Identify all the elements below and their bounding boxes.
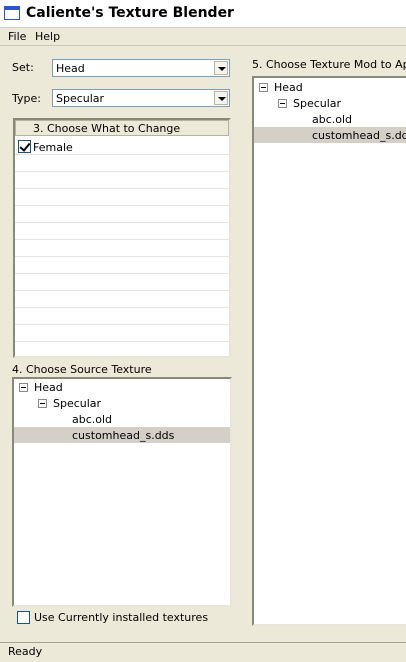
collapse-icon[interactable] — [19, 383, 28, 392]
menu-help[interactable]: Help — [35, 30, 60, 43]
list-gridline — [15, 171, 229, 172]
change-list-header: 3. Choose What to Change — [15, 120, 229, 136]
type-value: Specular — [56, 92, 105, 105]
tree-node-child[interactable]: Specular — [53, 397, 101, 410]
status-text: Ready — [8, 645, 43, 658]
collapse-icon[interactable] — [259, 83, 268, 92]
list-gridline — [15, 256, 229, 257]
collapse-icon[interactable] — [38, 399, 47, 408]
tree-leaf-selected[interactable]: customhead_s.dds — [312, 129, 406, 142]
source-tree[interactable] — [12, 377, 232, 607]
type-dropdown[interactable]: Specular — [52, 89, 230, 107]
list-gridline — [15, 239, 229, 240]
list-gridline — [15, 222, 229, 223]
tree-leaf-selected[interactable]: customhead_s.dds — [72, 429, 174, 442]
tree-node-root[interactable]: Head — [274, 81, 303, 94]
list-gridline — [15, 290, 229, 291]
list-gridline — [15, 188, 229, 189]
chevron-down-icon[interactable] — [214, 61, 228, 75]
tree-leaf[interactable]: abc.old — [312, 113, 352, 126]
source-heading: 4. Choose Source Texture — [12, 363, 152, 376]
window-title: Caliente's Texture Blender — [26, 5, 234, 21]
collapse-icon[interactable] — [278, 99, 287, 108]
change-item-label: Female — [33, 141, 73, 154]
app-window-icon — [4, 6, 20, 20]
menu-bar — [0, 28, 406, 46]
list-gridline — [15, 307, 229, 308]
list-gridline — [15, 205, 229, 206]
list-gridline — [15, 324, 229, 325]
set-label: Set: — [12, 61, 34, 74]
tree-node-child[interactable]: Specular — [293, 97, 341, 110]
title-bar: Caliente's Texture Blender — [0, 0, 406, 28]
list-gridline — [15, 154, 229, 155]
checkmark-icon — [19, 140, 31, 152]
tree-leaf[interactable]: abc.old — [72, 413, 112, 426]
type-label: Type: — [12, 92, 41, 105]
tree-node-root[interactable]: Head — [34, 381, 63, 394]
list-gridline — [15, 273, 229, 274]
use-installed-checkbox[interactable] — [17, 611, 30, 624]
female-checkbox[interactable] — [18, 140, 31, 153]
set-dropdown[interactable]: Head — [52, 59, 230, 77]
mod-tree[interactable] — [252, 76, 406, 626]
mod-heading: 5. Choose Texture Mod to Apply — [252, 58, 406, 71]
use-installed-label: Use Currently installed textures — [34, 611, 209, 624]
list-gridline — [15, 341, 229, 342]
status-bar — [0, 642, 406, 662]
set-value: Head — [56, 62, 85, 75]
menu-file[interactable]: File — [8, 30, 26, 43]
chevron-down-icon[interactable] — [214, 91, 228, 105]
